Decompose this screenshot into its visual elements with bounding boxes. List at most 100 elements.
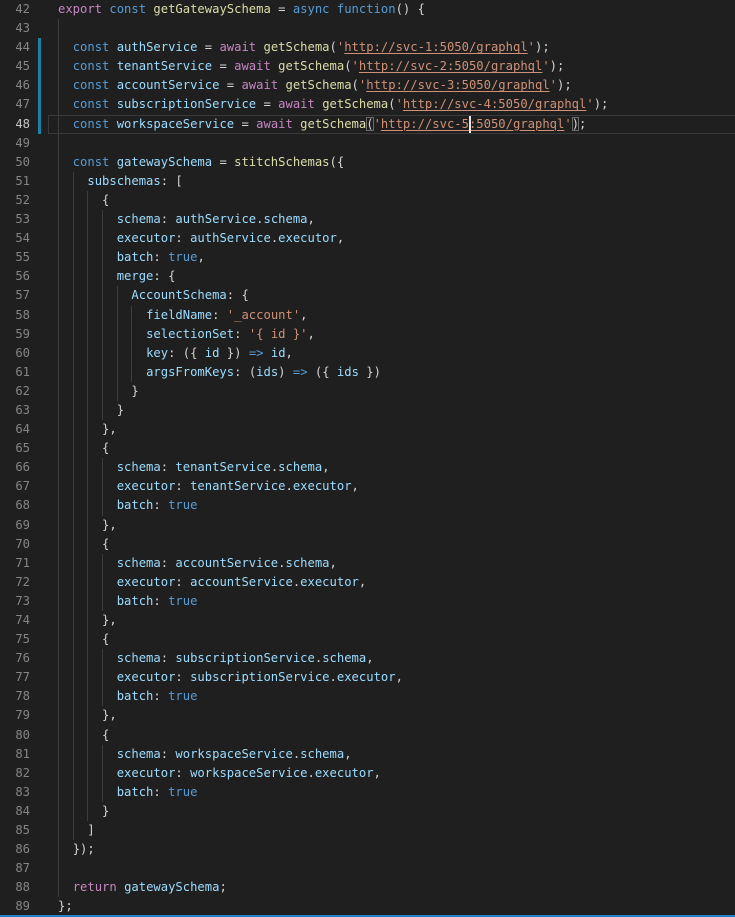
line-number[interactable]: 44 xyxy=(0,38,30,57)
line-number[interactable]: 78 xyxy=(0,687,30,706)
code-line[interactable]: 51 subschemas: [ xyxy=(0,172,735,191)
code-line[interactable]: 61 argsFromKeys: (ids) => ({ ids }) xyxy=(0,363,735,382)
line-number[interactable]: 61 xyxy=(0,363,30,382)
line-number[interactable]: 59 xyxy=(0,325,30,344)
line-number[interactable]: 54 xyxy=(0,229,30,248)
code-line[interactable]: 84 } xyxy=(0,802,735,821)
line-number[interactable]: 60 xyxy=(0,344,30,363)
code-line[interactable]: 69 }, xyxy=(0,516,735,535)
code-line[interactable]: 83 batch: true xyxy=(0,783,735,802)
line-number[interactable]: 46 xyxy=(0,76,30,95)
line-number[interactable]: 50 xyxy=(0,153,30,172)
code-line[interactable]: 56 merge: { xyxy=(0,267,735,286)
code-line[interactable]: 62 } xyxy=(0,382,735,401)
line-number[interactable]: 55 xyxy=(0,248,30,267)
code-line[interactable]: 65 { xyxy=(0,439,735,458)
line-number[interactable]: 64 xyxy=(0,420,30,439)
code-line[interactable]: 55 batch: true, xyxy=(0,248,735,267)
line-number[interactable]: 86 xyxy=(0,840,30,859)
code-line[interactable]: 49 xyxy=(0,134,735,153)
git-modified-indicator[interactable] xyxy=(38,115,42,134)
code-line[interactable]: 87 xyxy=(0,859,735,878)
code-line[interactable]: 42export const getGatewaySchema = async … xyxy=(0,0,735,19)
line-number[interactable]: 74 xyxy=(0,611,30,630)
line-number[interactable]: 47 xyxy=(0,95,30,114)
line-number[interactable]: 66 xyxy=(0,458,30,477)
code-line[interactable]: 86 }); xyxy=(0,840,735,859)
code-line[interactable]: 73 batch: true xyxy=(0,592,735,611)
code-line[interactable]: 64 }, xyxy=(0,420,735,439)
line-number[interactable]: 85 xyxy=(0,821,30,840)
code-line[interactable]: 45 const tenantService = await getSchema… xyxy=(0,57,735,76)
line-number[interactable]: 69 xyxy=(0,516,30,535)
git-modified-indicator[interactable] xyxy=(38,76,42,95)
code-line[interactable]: 43 xyxy=(0,19,735,38)
git-modified-indicator[interactable] xyxy=(38,38,42,57)
line-number[interactable]: 83 xyxy=(0,783,30,802)
code-line[interactable]: 78 batch: true xyxy=(0,687,735,706)
code-line[interactable]: 76 schema: subscriptionService.schema, xyxy=(0,649,735,668)
code-line[interactable]: 57 AccountSchema: { xyxy=(0,286,735,305)
code-line[interactable]: 63 } xyxy=(0,401,735,420)
code-line[interactable]: 81 schema: workspaceService.schema, xyxy=(0,745,735,764)
line-number[interactable]: 72 xyxy=(0,573,30,592)
code-line[interactable]: 68 batch: true xyxy=(0,496,735,515)
line-number[interactable]: 70 xyxy=(0,535,30,554)
line-number[interactable]: 42 xyxy=(0,0,30,19)
line-number[interactable]: 56 xyxy=(0,267,30,286)
code-line[interactable]: 72 executor: accountService.executor, xyxy=(0,573,735,592)
line-number[interactable]: 77 xyxy=(0,668,30,687)
code-line[interactable]: 54 executor: authService.executor, xyxy=(0,229,735,248)
code-line[interactable]: 44 const authService = await getSchema('… xyxy=(0,38,735,57)
git-modified-indicator[interactable] xyxy=(38,95,42,114)
code-line[interactable]: 52 { xyxy=(0,191,735,210)
code-line[interactable]: 80 { xyxy=(0,726,735,745)
code-line[interactable]: 79 }, xyxy=(0,706,735,725)
code-line[interactable]: 59 selectionSet: '{ id }', xyxy=(0,325,735,344)
code-line[interactable]: 47 const subscriptionService = await get… xyxy=(0,95,735,114)
line-number[interactable]: 52 xyxy=(0,191,30,210)
line-number[interactable]: 53 xyxy=(0,210,30,229)
code-line[interactable]: 66 schema: tenantService.schema, xyxy=(0,458,735,477)
line-number[interactable]: 57 xyxy=(0,286,30,305)
line-number[interactable]: 45 xyxy=(0,57,30,76)
line-number[interactable]: 68 xyxy=(0,496,30,515)
code-line[interactable]: 50 const gatewaySchema = stitchSchemas({ xyxy=(0,153,735,172)
code-line[interactable]: 58 fieldName: '_account', xyxy=(0,306,735,325)
code-line[interactable]: 48 const workspaceService = await getSch… xyxy=(0,115,735,134)
line-number[interactable]: 65 xyxy=(0,439,30,458)
code-line[interactable]: 85 ] xyxy=(0,821,735,840)
code-line[interactable]: 89}; xyxy=(0,897,735,916)
line-number[interactable]: 76 xyxy=(0,649,30,668)
line-number[interactable]: 58 xyxy=(0,306,30,325)
line-number[interactable]: 51 xyxy=(0,172,30,191)
code-line[interactable]: 53 schema: authService.schema, xyxy=(0,210,735,229)
code-line[interactable]: 82 executor: workspaceService.executor, xyxy=(0,764,735,783)
code-line[interactable]: 46 const accountService = await getSchem… xyxy=(0,76,735,95)
line-number[interactable]: 75 xyxy=(0,630,30,649)
line-number[interactable]: 62 xyxy=(0,382,30,401)
line-number[interactable]: 88 xyxy=(0,878,30,897)
code-line[interactable]: 67 executor: tenantService.executor, xyxy=(0,477,735,496)
code-line[interactable]: 60 key: ({ id }) => id, xyxy=(0,344,735,363)
line-number[interactable]: 63 xyxy=(0,401,30,420)
line-number[interactable]: 43 xyxy=(0,19,30,38)
line-number[interactable]: 82 xyxy=(0,764,30,783)
line-number[interactable]: 49 xyxy=(0,134,30,153)
line-number[interactable]: 80 xyxy=(0,726,30,745)
code-line[interactable]: 77 executor: subscriptionService.executo… xyxy=(0,668,735,687)
line-number[interactable]: 89 xyxy=(0,897,30,916)
line-number[interactable]: 87 xyxy=(0,859,30,878)
line-number[interactable]: 48 xyxy=(0,115,30,134)
line-number[interactable]: 71 xyxy=(0,554,30,573)
git-modified-indicator[interactable] xyxy=(38,57,42,76)
code-line[interactable]: 71 schema: accountService.schema, xyxy=(0,554,735,573)
line-number[interactable]: 81 xyxy=(0,745,30,764)
line-number[interactable]: 79 xyxy=(0,706,30,725)
code-line[interactable]: 88 return gatewaySchema; xyxy=(0,878,735,897)
line-number[interactable]: 84 xyxy=(0,802,30,821)
line-number[interactable]: 73 xyxy=(0,592,30,611)
code-line[interactable]: 75 { xyxy=(0,630,735,649)
code-line[interactable]: 70 { xyxy=(0,535,735,554)
line-number[interactable]: 67 xyxy=(0,477,30,496)
